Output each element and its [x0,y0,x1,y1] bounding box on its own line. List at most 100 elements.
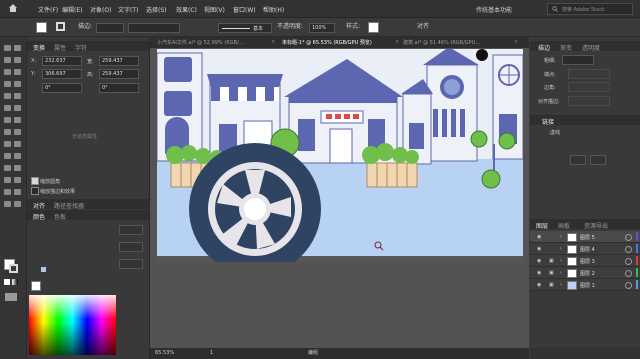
menu-window[interactable]: 窗口(W) [233,5,256,14]
lock-icon[interactable]: ▣ [549,270,554,276]
tab-layers[interactable]: 图层 [536,221,548,230]
search-field[interactable]: 搜索 Adobe Stock [547,3,633,15]
layer-row[interactable]: ◉ ▣ › 图层 2 [530,267,640,279]
workspace-switcher[interactable]: 传统基本功能 [476,5,512,14]
eye-icon[interactable]: ◉ [537,282,541,288]
mesh-tool-icon[interactable] [4,153,11,159]
expand-arrow-icon[interactable]: › [560,282,562,288]
tab-asset-export[interactable]: 资源导出 [584,221,608,230]
tab-transparency[interactable]: 透明度 [582,43,600,52]
color-slider-field-2[interactable] [119,242,143,252]
cap-buttons[interactable] [568,69,610,79]
eye-icon[interactable]: ◉ [537,246,541,252]
tab-color[interactable]: 颜色 [33,212,45,221]
x-field[interactable]: 232.637 [42,56,82,66]
doc-tab-car[interactable]: 小汽车AI文件.ai* @ 52.99% (RGB/... [157,39,243,46]
tab-properties[interactable]: 属性 [54,43,66,52]
menu-object[interactable]: 对象(O) [90,5,111,14]
tab-character[interactable]: 字符 [75,43,87,52]
stroke-color-icon[interactable] [9,264,18,273]
direct-selection-tool-icon[interactable] [14,45,21,51]
perspective-grid-tool-icon[interactable] [14,141,21,147]
layer-row[interactable]: ◉ ▣ › 图层 1 [530,279,640,291]
blend-tool-icon[interactable] [14,165,21,171]
opacity-field[interactable]: 100% [309,23,335,33]
column-graph-tool-icon[interactable] [14,177,21,183]
layer-target-icon[interactable] [625,258,632,265]
scale-tool-icon[interactable] [14,117,21,123]
tab-stroke[interactable]: 描边 [538,43,550,52]
lock-icon[interactable]: ▣ [549,258,554,264]
line-tool-icon[interactable] [14,81,21,87]
curvature-tool-icon[interactable] [14,69,21,75]
pen-tool-icon[interactable] [4,69,11,75]
free-transform-tool-icon[interactable] [14,129,21,135]
rotate-field[interactable]: 0° [42,83,82,93]
menu-edit[interactable]: 编辑(E) [62,5,82,14]
lasso-tool-icon[interactable] [14,57,21,63]
variable-width-field[interactable] [128,23,180,33]
scale-corners-checkbox[interactable] [31,177,39,185]
last-color-swatch[interactable] [41,267,46,272]
layer-row[interactable]: ◉ › 图层 5 [530,231,640,243]
color-slider-field-3[interactable] [119,259,143,269]
shaper-tool-icon[interactable] [4,105,11,111]
artboard-number[interactable]: 1 [210,351,213,356]
layer-target-icon[interactable] [625,282,632,289]
weight-field[interactable] [562,55,594,65]
tab-transform[interactable]: 变换 [33,43,45,52]
color-spectrum[interactable] [29,295,116,355]
magic-wand-tool-icon[interactable] [4,57,11,63]
rectangle-tool-icon[interactable] [4,93,11,99]
align-stroke-buttons[interactable] [568,96,610,106]
artboard[interactable] [157,49,523,262]
stroke-swatch[interactable] [56,22,65,31]
fill-swatch[interactable] [36,22,47,33]
gradient-mode-icon[interactable] [12,279,18,285]
tab-swatches[interactable]: 色板 [54,212,66,221]
layer-row[interactable]: ◉ ▣ › 图层 3 [530,255,640,267]
y-field[interactable]: 306.697 [42,69,82,79]
eye-icon[interactable]: ◉ [537,258,541,264]
eraser-tool-icon[interactable] [14,105,21,111]
width-field[interactable]: 259.437 [99,56,139,66]
artboard-tool-icon[interactable] [4,189,11,195]
eye-icon[interactable]: ◉ [537,234,541,240]
color-mode-icon[interactable] [4,279,10,285]
close-icon[interactable]: × [271,39,275,45]
paintbrush-tool-icon[interactable] [14,93,21,99]
shape-builder-tool-icon[interactable] [4,141,11,147]
lock-icon[interactable]: ▣ [549,282,554,288]
width-tool-icon[interactable] [4,129,11,135]
shear-field[interactable]: 0° [99,83,139,93]
zoom-tool-icon[interactable] [14,201,21,207]
corner-buttons[interactable] [568,82,610,92]
menu-type[interactable]: 文字(T) [118,5,138,14]
eyedropper-tool-icon[interactable] [4,165,11,171]
selection-tool-icon[interactable] [4,45,11,51]
layer-target-icon[interactable] [625,246,632,253]
align-link[interactable]: 对齐 [417,24,429,30]
expand-arrow-icon[interactable]: › [560,234,562,240]
type-tool-icon[interactable] [4,81,11,87]
tab-links[interactable]: 链接 [542,117,554,126]
dash-field-2[interactable] [590,155,606,165]
tab-pathfinder[interactable]: 路径查找器 [54,201,84,210]
style-swatch[interactable] [368,22,379,33]
gradient-tool-icon[interactable] [14,153,21,159]
layer-row[interactable]: ◉ › 图层 4 [530,243,640,255]
none-color-icon[interactable] [31,281,41,291]
zoom-level[interactable]: 65.53% [155,351,174,356]
layer-name[interactable]: 图层 2 [580,270,595,277]
hand-tool-icon[interactable] [4,201,11,207]
eye-icon[interactable]: ◉ [537,270,541,276]
close-icon[interactable]: × [395,39,399,45]
doc-tab-untitled[interactable]: 未标题-1* @ 65.53% (RGB/GPU 预览) [282,39,372,46]
menu-select[interactable]: 选择(S) [146,5,167,14]
expand-arrow-icon[interactable]: › [560,246,562,252]
menu-effect[interactable]: 效果(C) [176,5,197,14]
doc-tab-building[interactable]: 建筑.ai* @ 51.46% (RGB/GPU... [403,39,480,46]
expand-arrow-icon[interactable]: › [560,258,562,264]
symbol-sprayer-tool-icon[interactable] [4,177,11,183]
tab-artboards[interactable]: 画板 [558,221,570,230]
